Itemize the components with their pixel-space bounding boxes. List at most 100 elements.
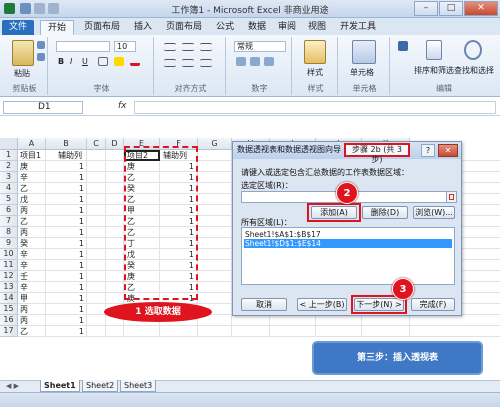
- sum-icon[interactable]: [398, 41, 408, 51]
- delete-button[interactable]: 删除(D): [362, 206, 408, 219]
- cell-b[interactable]: 1: [46, 293, 84, 304]
- tab-view[interactable]: 视图: [306, 20, 328, 35]
- cell-b[interactable]: 1: [46, 172, 84, 183]
- paste-icon[interactable]: [12, 40, 34, 66]
- underline-button[interactable]: U: [82, 57, 88, 66]
- comma-icon[interactable]: [264, 57, 274, 66]
- sheet-nav-icon[interactable]: ◀ ▶: [6, 382, 19, 390]
- cell-b[interactable]: 辅助列: [58, 150, 88, 161]
- cell-a[interactable]: 丙: [20, 205, 46, 216]
- cell-a[interactable]: 癸: [20, 238, 46, 249]
- cell-b[interactable]: 1: [46, 216, 84, 227]
- row-header[interactable]: 4: [0, 183, 18, 194]
- row-header[interactable]: 7: [0, 216, 18, 227]
- cell-a[interactable]: 乙: [20, 326, 46, 337]
- align-top-icon[interactable]: [164, 43, 176, 51]
- tab-review[interactable]: 审阅: [276, 20, 298, 35]
- row-header[interactable]: 1: [0, 150, 18, 161]
- copy-icon[interactable]: [37, 53, 45, 61]
- cell-b[interactable]: 1: [46, 194, 84, 205]
- font-size-combo[interactable]: 10: [114, 41, 136, 52]
- tab-file[interactable]: 文件: [2, 20, 34, 35]
- tab-insert[interactable]: 插入: [132, 20, 154, 35]
- help-button[interactable]: ?: [421, 144, 435, 157]
- row-header[interactable]: 3: [0, 172, 18, 183]
- formula-input[interactable]: [134, 101, 496, 114]
- tab-home[interactable]: 开始: [40, 20, 74, 35]
- cell-b[interactable]: 1: [46, 238, 84, 249]
- cell-a[interactable]: 丙: [20, 227, 46, 238]
- close-window-button[interactable]: ✕: [464, 1, 498, 16]
- cell-a[interactable]: 丙: [20, 304, 46, 315]
- tab-page-layout[interactable]: 页面布局: [164, 20, 204, 35]
- row-header[interactable]: 15: [0, 304, 18, 315]
- cell-a[interactable]: 项目1: [20, 150, 46, 161]
- range-list-item[interactable]: Sheet1!$A$1:$B$17: [244, 230, 452, 239]
- align-center-icon[interactable]: [182, 59, 194, 67]
- currency-icon[interactable]: [236, 57, 246, 66]
- column-header[interactable]: B: [46, 138, 87, 150]
- cell-b[interactable]: 1: [46, 260, 84, 271]
- number-format-combo[interactable]: 常规: [234, 41, 286, 52]
- cell-b[interactable]: 1: [46, 315, 84, 326]
- cell-a[interactable]: 辛: [20, 249, 46, 260]
- minimize-button[interactable]: –: [414, 1, 438, 16]
- row-header[interactable]: 16: [0, 315, 18, 326]
- tab-developer[interactable]: 开发工具: [338, 20, 378, 35]
- tab-formulas[interactable]: 公式: [214, 20, 236, 35]
- cell-b[interactable]: 1: [46, 183, 84, 194]
- column-header[interactable]: A: [18, 138, 46, 150]
- cell-b[interactable]: 1: [46, 304, 84, 315]
- cell-a[interactable]: 乙: [20, 183, 46, 194]
- row-header[interactable]: 12: [0, 271, 18, 282]
- range-picker-icon[interactable]: [446, 191, 457, 203]
- row-header[interactable]: 8: [0, 227, 18, 238]
- cell-a[interactable]: 庚: [20, 161, 46, 172]
- sheet-tab-2[interactable]: Sheet2: [82, 380, 119, 392]
- sort-filter-icon[interactable]: [426, 40, 442, 60]
- cell-a[interactable]: 辛: [20, 172, 46, 183]
- name-box[interactable]: D1: [3, 101, 83, 114]
- tab-page-layout-1[interactable]: 页面布局: [82, 20, 122, 35]
- align-left-icon[interactable]: [164, 59, 176, 67]
- row-header[interactable]: 17: [0, 326, 18, 337]
- cell-a[interactable]: 辛: [20, 282, 46, 293]
- cell-a[interactable]: 辛: [20, 260, 46, 271]
- percent-icon[interactable]: [250, 57, 260, 66]
- cells-icon[interactable]: [352, 40, 376, 64]
- row-header[interactable]: 9: [0, 238, 18, 249]
- browse-button[interactable]: 浏览(W)...: [413, 206, 455, 219]
- fx-icon[interactable]: fx: [118, 101, 127, 111]
- cell-b[interactable]: 1: [46, 249, 84, 260]
- row-header[interactable]: 2: [0, 161, 18, 172]
- font-name-combo[interactable]: [56, 41, 110, 52]
- cell-a[interactable]: 乙: [20, 216, 46, 227]
- cell-a[interactable]: 丙: [20, 315, 46, 326]
- align-right-icon[interactable]: [200, 59, 212, 67]
- row-header[interactable]: 10: [0, 249, 18, 260]
- cell-a[interactable]: 甲: [20, 293, 46, 304]
- maximize-button[interactable]: □: [439, 1, 463, 16]
- cell-b[interactable]: 1: [46, 271, 84, 282]
- column-header[interactable]: C: [87, 138, 106, 150]
- cut-icon[interactable]: [37, 41, 45, 49]
- row-header[interactable]: 11: [0, 260, 18, 271]
- fill-color-icon[interactable]: [114, 57, 124, 66]
- cell-b[interactable]: 1: [46, 161, 84, 172]
- tab-data[interactable]: 数据: [246, 20, 268, 35]
- italic-button[interactable]: I: [70, 57, 72, 66]
- column-header[interactable]: G: [198, 138, 232, 150]
- font-color-icon[interactable]: [130, 57, 140, 66]
- bold-button[interactable]: B: [58, 57, 64, 66]
- border-icon[interactable]: [98, 57, 108, 66]
- align-middle-icon[interactable]: [182, 43, 194, 51]
- row-header[interactable]: 14: [0, 293, 18, 304]
- cancel-button[interactable]: 取消: [241, 298, 287, 311]
- cell-b[interactable]: 1: [46, 227, 84, 238]
- row-header[interactable]: 5: [0, 194, 18, 205]
- cell-b[interactable]: 1: [46, 282, 84, 293]
- close-dialog-button[interactable]: ✕: [438, 144, 458, 157]
- align-bottom-icon[interactable]: [200, 43, 212, 51]
- back-button[interactable]: < 上一步(B): [297, 298, 347, 311]
- cell-b[interactable]: 1: [46, 326, 84, 337]
